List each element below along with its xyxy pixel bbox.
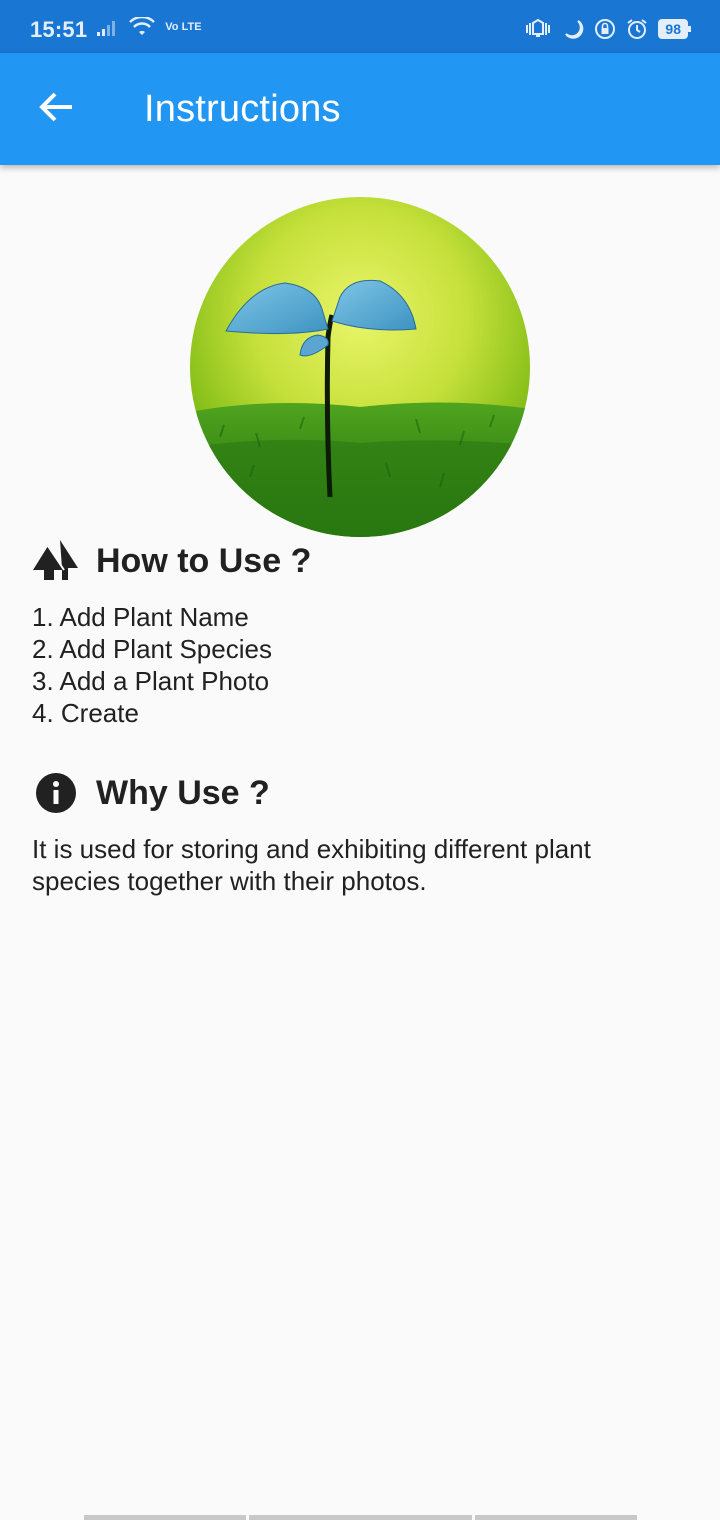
- info-icon: [32, 769, 80, 817]
- why-use-heading: Why Use ?: [32, 769, 270, 817]
- alarm-icon: [626, 18, 648, 40]
- list-item: 1. Add Plant Name: [32, 602, 249, 632]
- how-to-use-heading: How to Use ?: [32, 537, 311, 585]
- list-item: 4. Create: [32, 698, 139, 728]
- plant-seedling-image: [190, 197, 530, 537]
- wifi-icon: [129, 16, 156, 37]
- why-use-title: Why Use ?: [96, 773, 270, 812]
- rotation-lock-icon: [594, 18, 616, 40]
- list-item: 3. Add a Plant Photo: [32, 666, 270, 696]
- app-bar: Instructions: [0, 53, 720, 165]
- status-time: 15:51: [30, 16, 88, 42]
- moon-icon: [562, 18, 584, 40]
- signal-icon: [97, 18, 119, 36]
- arrow-back-icon: [38, 91, 74, 128]
- back-button[interactable]: [28, 81, 84, 137]
- battery-icon: 98: [658, 18, 691, 39]
- status-bar: 15:51 Vo LTE 98: [0, 0, 720, 53]
- vibrate-icon: [524, 18, 552, 39]
- gesture-nav-bar: [84, 1515, 637, 1520]
- page-title: Instructions: [144, 87, 341, 130]
- why-use-description: It is used for storing and exhibiting di…: [32, 834, 591, 896]
- list-item: 2. Add Plant Species: [32, 634, 272, 664]
- trees-icon: [32, 537, 80, 585]
- steps-list: 1. Add Plant Name 2. Add Plant Species 3…: [32, 601, 272, 729]
- volte-badge: Vo LTE: [165, 20, 202, 33]
- how-to-use-title: How to Use ?: [96, 541, 312, 580]
